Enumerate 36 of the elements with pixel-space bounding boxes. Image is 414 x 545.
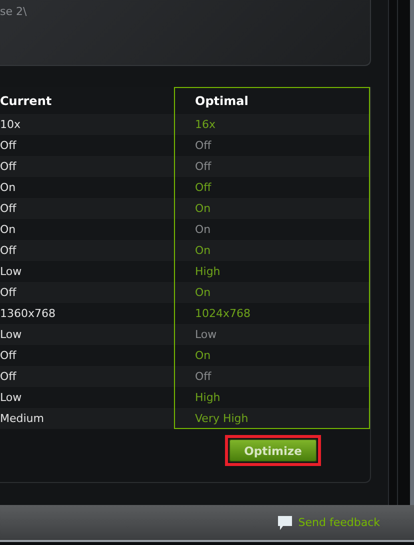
optimal-value: Off	[195, 139, 212, 152]
optimal-value: On	[195, 286, 211, 299]
current-value: Off	[0, 139, 18, 152]
current-value: Off	[0, 349, 18, 362]
optimal-value: 16x	[195, 118, 216, 131]
optimal-value: On	[195, 349, 211, 362]
optimal-value: On	[195, 223, 211, 236]
optimal-value: Off	[195, 370, 212, 383]
current-value: Off	[0, 244, 18, 257]
current-value: Off	[0, 202, 18, 215]
optimize-button[interactable]: Optimize	[229, 439, 317, 462]
path-text: se 2\	[0, 5, 27, 18]
current-value: 1360x768	[0, 307, 56, 320]
send-feedback-link[interactable]: Send feedback	[298, 516, 380, 529]
optimal-value: Low	[195, 328, 217, 341]
optimal-value: On	[195, 244, 211, 257]
column-header: Optimal	[195, 94, 248, 108]
optimal-value: 1024x768	[195, 307, 250, 320]
current-value: Off	[0, 286, 18, 299]
optimal-value: High	[195, 391, 220, 404]
optimal-value: Off	[195, 160, 212, 173]
current-value: On	[0, 223, 17, 236]
column-header: Current	[0, 94, 53, 108]
optimal-value: High	[195, 265, 220, 278]
optimal-value: Very High	[195, 412, 248, 424]
current-value: Medium	[0, 412, 45, 425]
current-value: Off	[0, 160, 18, 173]
current-value: Low	[0, 391, 23, 404]
optimal-value: On	[195, 202, 211, 215]
current-value: On	[0, 181, 17, 194]
current-value: 10x	[0, 118, 22, 131]
current-value: Low	[0, 265, 23, 278]
current-value: Off	[0, 370, 18, 383]
current-value: Low	[0, 328, 23, 341]
optimal-value: Off	[195, 181, 212, 194]
speech-bubble-icon	[277, 514, 294, 530]
